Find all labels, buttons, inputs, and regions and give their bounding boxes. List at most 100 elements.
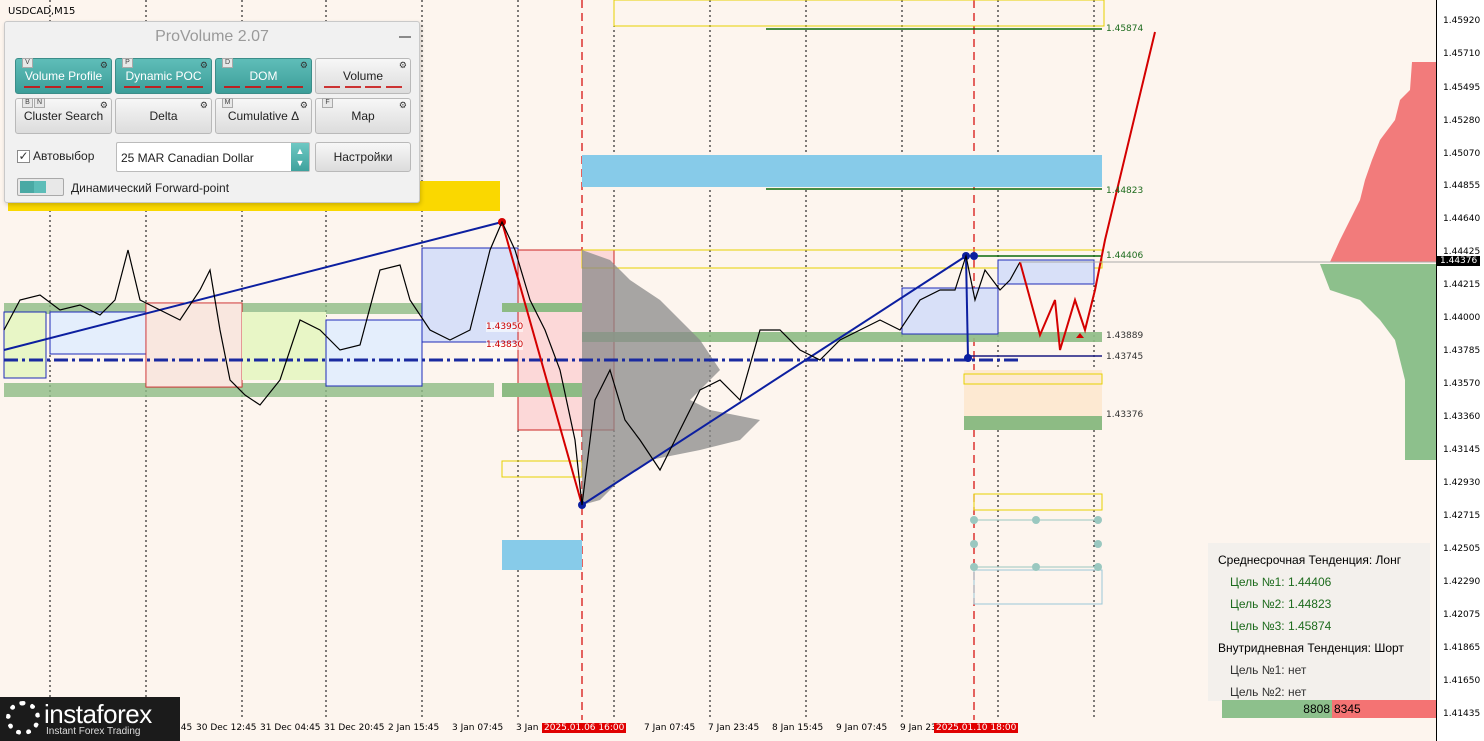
- level-l2: 1.43745: [1106, 352, 1144, 362]
- box-level-b: 1.43830: [486, 340, 524, 350]
- hotkey-badge: D: [222, 58, 233, 68]
- price-tick-label: 1.41435: [1443, 709, 1481, 719]
- time-label: 8 Jan 15:45: [772, 723, 824, 733]
- box-level-a: 1.43950: [486, 322, 524, 332]
- panel-title: ProVolume 2.07: [155, 28, 269, 45]
- minimize-icon[interactable]: [399, 36, 411, 38]
- gear-icon[interactable]: ⚙: [399, 101, 407, 110]
- autoselect-checkbox[interactable]: ✓: [17, 150, 30, 163]
- mid-target-3: Цель №3: 1.45874: [1230, 619, 1332, 633]
- time-label: 3 Jan: [516, 723, 539, 733]
- price-tick-label: 1.45495: [1443, 83, 1481, 93]
- map-button[interactable]: F ⚙ Map: [315, 98, 411, 134]
- hotkey-badge: N: [34, 98, 45, 108]
- dom-button[interactable]: D ⚙ DOM: [215, 58, 312, 94]
- level-target2: 1.44823: [1106, 186, 1144, 196]
- sell-volume: 8345: [1332, 700, 1436, 718]
- mid-trend-title: Среднесрочная Тенденция: Лонг: [1218, 553, 1402, 567]
- button-label: Map: [351, 109, 375, 123]
- autoselect-label: Автовыбор: [33, 149, 95, 163]
- level-target3: 1.45874: [1106, 24, 1144, 34]
- chart-window[interactable]: USDCAD,M15 1.45874 1.44823 1.44406 1.438…: [0, 0, 1484, 741]
- gear-icon[interactable]: ⚙: [200, 61, 208, 70]
- current-price-label: 1.44376: [1437, 256, 1481, 266]
- gear-icon[interactable]: ⚙: [100, 61, 108, 70]
- price-tick-label: 1.43570: [1443, 379, 1481, 389]
- intraday-target-2: Цель №2: нет: [1230, 685, 1307, 699]
- gear-icon[interactable]: ⚙: [300, 61, 308, 70]
- price-tick-label: 1.41650: [1443, 676, 1481, 686]
- time-label: 31 Dec 04:45: [260, 723, 321, 733]
- price-tick-label: 1.44855: [1443, 181, 1481, 191]
- price-tick-label: 1.44215: [1443, 280, 1481, 290]
- hotkey-badge: P: [122, 58, 133, 68]
- instrument-select[interactable]: 25 MAR Canadian Dollar ▲ ▼: [116, 142, 310, 172]
- forward-point-toggle[interactable]: [17, 178, 64, 196]
- price-tick-label: 1.42505: [1443, 544, 1481, 554]
- hotkey-badge: B: [22, 98, 33, 108]
- level-target1: 1.44406: [1106, 251, 1144, 261]
- price-tick-label: 1.45710: [1443, 49, 1481, 59]
- level-l3: 1.43376: [1106, 410, 1144, 420]
- time-label-highlight: 2025.01.06 16:00: [542, 723, 627, 733]
- gear-icon[interactable]: ⚙: [300, 101, 308, 110]
- mid-target-1: Цель №1: 1.44406: [1230, 575, 1332, 589]
- time-label: 3 Jan 07:45: [452, 723, 504, 733]
- time-label: 7 Jan 23:45: [708, 723, 760, 733]
- button-label: Cumulative Δ: [227, 109, 300, 123]
- logo-gear-icon: [6, 701, 40, 735]
- hotkey-badge: F: [322, 98, 333, 108]
- hotkey-badge: V: [22, 58, 33, 68]
- instrument-value: 25 MAR Canadian Dollar: [121, 151, 254, 165]
- provolume-panel: ProVolume 2.07 V ⚙ Volume Profile P ⚙ Dy…: [4, 21, 420, 203]
- button-label: DOM: [249, 69, 278, 83]
- dynamic-poc-button[interactable]: P ⚙ Dynamic POC: [115, 58, 212, 94]
- time-label: 31 Dec 20:45: [324, 723, 385, 733]
- button-label: Volume Profile: [24, 69, 103, 83]
- price-tick-label: 1.43785: [1443, 346, 1481, 356]
- price-tick-label: 1.42075: [1443, 610, 1481, 620]
- price-tick-label: 1.45280: [1443, 116, 1481, 126]
- intraday-trend-title: Внутридневная Тенденция: Шорт: [1218, 641, 1404, 655]
- right-volume-profile: [1320, 62, 1436, 460]
- price-tick-label: 1.44640: [1443, 214, 1481, 224]
- price-tick-label: 1.41865: [1443, 643, 1481, 653]
- price-tick-label: 1.45920: [1443, 16, 1481, 26]
- intraday-target-1: Цель №1: нет: [1230, 663, 1307, 677]
- logo-tagline: Instant Forex Trading: [46, 726, 141, 737]
- mid-target-2: Цель №2: 1.44823: [1230, 597, 1332, 611]
- settings-button[interactable]: Настройки: [315, 142, 411, 172]
- button-label: Dynamic POC: [125, 69, 202, 83]
- price-tick-label: 1.42715: [1443, 511, 1481, 521]
- time-label: 9 Jan 07:45: [836, 723, 888, 733]
- gear-icon[interactable]: ⚙: [200, 101, 208, 110]
- volume-button[interactable]: ⚙ Volume: [315, 58, 411, 94]
- cluster-search-button[interactable]: B N ⚙ Cluster Search: [15, 98, 112, 134]
- delta-button[interactable]: ⚙ Delta: [115, 98, 212, 134]
- price-axis[interactable]: [1436, 0, 1484, 741]
- price-tick-label: 1.42290: [1443, 577, 1481, 587]
- button-label: Cluster Search: [23, 109, 104, 123]
- cumulative-delta-button[interactable]: M ⚙ Cumulative Δ: [215, 98, 312, 134]
- forward-point-label: Динамический Forward-point: [71, 181, 230, 195]
- time-label: 7 Jan 07:45: [644, 723, 696, 733]
- spinner-arrows-icon[interactable]: ▲ ▼: [291, 143, 309, 171]
- volume-profile-button[interactable]: V ⚙ Volume Profile: [15, 58, 112, 94]
- button-label: Volume: [342, 69, 384, 83]
- price-tick-label: 1.42930: [1443, 478, 1481, 488]
- gear-icon[interactable]: ⚙: [399, 61, 407, 70]
- time-label: 2 Jan 15:45: [388, 723, 440, 733]
- symbol-label: USDCAD,M15: [8, 6, 76, 17]
- time-label-highlight: 2025.01.10 18:00: [934, 723, 1019, 733]
- gear-icon[interactable]: ⚙: [100, 101, 108, 110]
- time-label: 30 Dec 12:45: [196, 723, 257, 733]
- price-tick-label: 1.45070: [1443, 149, 1481, 159]
- price-tick-label: 1.43145: [1443, 445, 1481, 455]
- button-label: Delta: [149, 109, 178, 123]
- price-tick-label: 1.44000: [1443, 313, 1481, 323]
- hotkey-badge: M: [222, 98, 233, 108]
- instaforex-logo: instaforex Instant Forex Trading: [0, 697, 180, 741]
- level-l1: 1.43889: [1106, 331, 1144, 341]
- time-label: 9 Jan 23: [900, 723, 937, 733]
- trend-info-box: Среднесрочная Тенденция: Лонг Цель №1: 1…: [1208, 543, 1430, 701]
